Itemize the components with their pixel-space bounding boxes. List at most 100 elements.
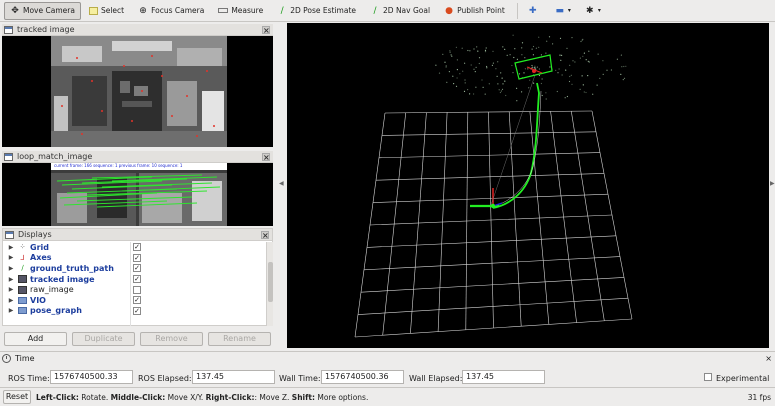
wall-time-field[interactable]: 1576740500.36 — [321, 370, 404, 384]
display-checkbox[interactable]: ✓ — [133, 243, 141, 252]
current-pose-marker — [490, 203, 496, 209]
folder-icon — [18, 296, 27, 304]
image-icon — [18, 285, 27, 294]
select-icon — [88, 6, 98, 15]
close-icon[interactable]: × — [262, 152, 270, 161]
expand-arrow-icon[interactable]: ▶ — [7, 297, 15, 304]
display-item-grid[interactable]: ▶ ⁘ Grid ✓ — [3, 242, 265, 253]
reset-button[interactable]: Reset — [3, 390, 31, 404]
pose-estimate-tool[interactable]: ∕ 2D Pose Estimate — [271, 2, 362, 20]
loop-match-image-view: current frame: 166 sequence: 1 previous … — [2, 163, 273, 226]
focus-camera-tool[interactable]: ⊕ Focus Camera — [132, 2, 210, 20]
wall-elapsed-field[interactable]: 137.45 — [462, 370, 545, 384]
camera-pose-marker — [532, 69, 536, 73]
expand-arrow-icon[interactable]: ▶ — [7, 244, 15, 251]
tool-properties-dropdown[interactable]: ✱ ▾ — [579, 2, 607, 20]
move-camera-tool[interactable]: ✥ Move Camera — [4, 1, 81, 20]
focus-camera-icon: ⊕ — [139, 5, 147, 16]
remove-button[interactable]: Remove — [140, 332, 203, 346]
display-item-pose-graph[interactable]: ▶ pose_graph ✓ — [3, 306, 265, 317]
clock-icon — [2, 354, 11, 363]
window-icon — [4, 152, 13, 161]
axes-icon: ⅃ — [20, 253, 25, 262]
publish-point-icon: ● — [445, 5, 453, 16]
display-checkbox[interactable]: ✓ — [133, 306, 141, 315]
collapse-right-handle[interactable]: ▶ — [770, 180, 775, 187]
loop-match-overlay-text: current frame: 166 sequence: 1 previous … — [54, 163, 183, 168]
move-camera-icon: ✥ — [11, 5, 19, 16]
3d-scene — [354, 34, 633, 338]
tracked-image-panel: tracked image × — [2, 24, 273, 147]
display-checkbox[interactable]: ✓ — [133, 275, 141, 284]
panel-title-bar: loop_match_image × — [2, 151, 273, 163]
monitor-icon — [5, 230, 14, 239]
folder-icon — [18, 307, 27, 315]
expand-arrow-icon[interactable]: ▶ — [7, 286, 15, 293]
display-checkbox[interactable]: ✓ — [133, 264, 141, 273]
display-item-ground-truth-path[interactable]: ▶ ∕ ground_truth_path ✓ — [3, 263, 265, 274]
add-tool-dropdown[interactable]: ▬ ▾ — [549, 2, 577, 20]
time-panel-title: Time — [2, 354, 35, 363]
display-item-raw-image[interactable]: ▶ raw_image — [3, 284, 265, 295]
fps-counter: 31 fps — [747, 392, 771, 402]
chevron-down-icon: ▾ — [597, 7, 601, 14]
duplicate-button[interactable]: Duplicate — [72, 332, 135, 346]
display-checkbox[interactable] — [133, 285, 141, 294]
point-cloud — [435, 34, 627, 102]
display-checkbox[interactable]: ✓ — [133, 253, 141, 262]
wall-elapsed-label: Wall Elapsed: — [409, 374, 463, 383]
ros-elapsed-label: ROS Elapsed: — [138, 374, 192, 383]
main-toolbar: ✥ Move Camera Select ⊕ Focus Camera Meas… — [0, 0, 775, 22]
expand-arrow-icon[interactable]: ▶ — [7, 254, 15, 261]
grid-icon: ⁘ — [19, 243, 26, 252]
display-item-axes[interactable]: ▶ ⅃ Axes ✓ — [3, 253, 265, 264]
rename-button[interactable]: Rename — [208, 332, 271, 346]
help-text: Left-Click: Rotate. Middle-Click: Move X… — [36, 392, 369, 402]
tracked-image-view — [2, 36, 273, 147]
collapse-left-handle[interactable]: ◀ — [279, 180, 284, 187]
close-icon[interactable]: × — [765, 354, 772, 363]
measure-tool[interactable]: Measure — [212, 2, 269, 20]
grid-display — [354, 110, 633, 338]
loop-match-image-panel: loop_match_image × current frame: 166 se… — [2, 151, 273, 226]
displays-scrollbar[interactable] — [266, 242, 273, 326]
window-icon — [4, 25, 13, 34]
close-icon[interactable]: × — [262, 25, 270, 34]
render-viewport[interactable] — [287, 23, 769, 348]
display-checkbox[interactable]: ✓ — [133, 296, 141, 305]
expand-arrow-icon[interactable]: ▶ — [7, 276, 15, 283]
publish-point-tool[interactable]: ● Publish Point — [438, 2, 511, 20]
status-bar: Reset Left-Click: Rotate. Middle-Click: … — [0, 387, 775, 406]
ros-elapsed-field[interactable]: 137.45 — [192, 370, 275, 384]
tracked-camera-image — [51, 36, 227, 147]
ros-time-label: ROS Time: — [8, 374, 50, 383]
chevron-down-icon: ▾ — [567, 7, 571, 14]
expand-arrow-icon[interactable]: ▶ — [7, 265, 15, 272]
display-item-vio[interactable]: ▶ VIO ✓ — [3, 295, 265, 306]
time-panel: Time × ROS Time: 1576740500.33 ROS Elaps… — [0, 351, 775, 387]
gear-icon: ✱ — [586, 5, 594, 16]
displays-panel: Displays × ▶ ⁘ Grid ✓ ▶ ⅃ Axes ✓ ▶ ∕ gro… — [2, 228, 273, 326]
close-icon[interactable]: × — [261, 230, 269, 239]
wall-time-label: Wall Time: — [279, 374, 321, 383]
add-button[interactable]: Add — [4, 332, 67, 346]
path-icon: ∕ — [21, 264, 24, 273]
interact-tool-button[interactable]: ✚ — [522, 2, 547, 20]
scrollbar-thumb[interactable] — [268, 262, 273, 302]
image-icon — [18, 275, 27, 284]
experimental-label: Experimental — [716, 374, 770, 383]
ground-truth-path — [492, 82, 540, 209]
camera-frustum — [514, 54, 553, 80]
loop-match-image — [51, 163, 227, 226]
toolbar-separator — [516, 2, 518, 19]
pose-estimate-icon: ∕ — [280, 5, 284, 16]
display-item-tracked-image[interactable]: ▶ tracked image ✓ — [3, 274, 265, 285]
ros-time-field[interactable]: 1576740500.33 — [50, 370, 133, 384]
panel-title-bar: tracked image × — [2, 24, 273, 36]
nav-goal-icon: ∕ — [373, 5, 377, 16]
select-tool[interactable]: Select — [83, 2, 130, 20]
nav-goal-tool[interactable]: ∕ 2D Nav Goal — [364, 2, 436, 20]
expand-arrow-icon[interactable]: ▶ — [7, 307, 15, 314]
experimental-checkbox[interactable] — [704, 373, 712, 381]
displays-tree: ▶ ⁘ Grid ✓ ▶ ⅃ Axes ✓ ▶ ∕ ground_truth_p… — [3, 242, 265, 326]
